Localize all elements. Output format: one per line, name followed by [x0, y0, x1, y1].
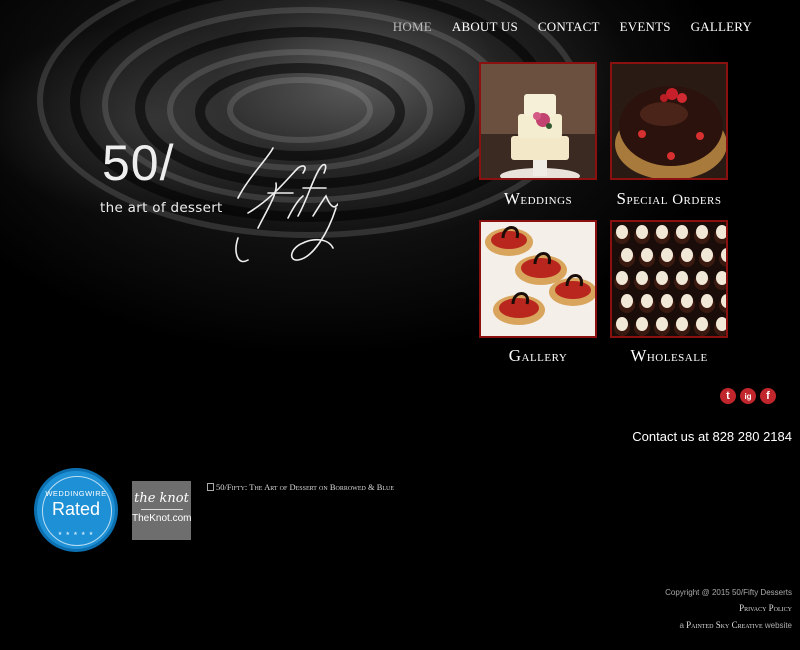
- tile-weddings-image[interactable]: [479, 62, 597, 180]
- privacy-policy-link[interactable]: Privacy Policy: [739, 603, 792, 613]
- borrowed-blue-alt-text: 50/Fifty: The Art of Dessert on Borrowed…: [216, 482, 395, 492]
- weddingwire-rated-text: Rated: [51, 499, 101, 519]
- tile-special-orders-image[interactable]: [610, 62, 728, 180]
- knot-site-text: TheKnot.com: [132, 513, 192, 524]
- tile-gallery-image[interactable]: [479, 220, 597, 338]
- weddingwire-stars: ★ ★ ★ ★ ★: [57, 532, 95, 537]
- knot-logo-text: the knot: [134, 491, 189, 506]
- tile-special-orders-label[interactable]: Special Orders: [589, 189, 749, 209]
- weddingwire-rated-badge[interactable]: WEDDINGWIRE Rated ★ ★ ★ ★ ★: [34, 468, 118, 552]
- nav-about-us[interactable]: ABOUT US: [452, 19, 518, 35]
- footer-credit: a Painted Sky Creative website: [679, 620, 792, 630]
- facebook-icon[interactable]: f: [760, 388, 776, 404]
- twitter-icon[interactable]: t: [720, 388, 736, 404]
- contact-phone[interactable]: Contact us at 828 280 2184: [632, 429, 792, 444]
- nav-events[interactable]: EVENTS: [620, 19, 671, 35]
- site-logo[interactable]: 50/ the art of dessert: [98, 135, 338, 268]
- broken-image-icon: [207, 483, 214, 491]
- logo-script-fifty: [235, 147, 338, 263]
- borrowed-blue-badge[interactable]: 50/Fifty: The Art of Dessert on Borrowed…: [207, 482, 394, 492]
- nav-gallery[interactable]: GALLERY: [691, 19, 752, 35]
- weddingwire-logo-text: WEDDINGWIRE: [45, 489, 107, 498]
- instagram-icon[interactable]: ig: [740, 388, 756, 404]
- main-nav: HOME ABOUT US CONTACT EVENTS GALLERY: [373, 19, 752, 35]
- footer-copyright: Copyright @ 2015 50/Fifty Desserts: [665, 588, 792, 597]
- nav-home[interactable]: HOME: [393, 19, 432, 35]
- social-links: t ig f: [720, 388, 776, 404]
- knot-divider: [140, 509, 183, 510]
- painted-sky-link[interactable]: Painted Sky Creative: [686, 620, 763, 630]
- tile-wholesale-image[interactable]: [610, 220, 728, 338]
- credit-suffix: website: [764, 621, 792, 630]
- nav-contact[interactable]: CONTACT: [538, 19, 600, 35]
- the-knot-badge[interactable]: the knot TheKnot.com: [132, 481, 191, 540]
- tile-wholesale-label[interactable]: Wholesale: [589, 346, 749, 366]
- credit-prefix: a: [679, 621, 684, 630]
